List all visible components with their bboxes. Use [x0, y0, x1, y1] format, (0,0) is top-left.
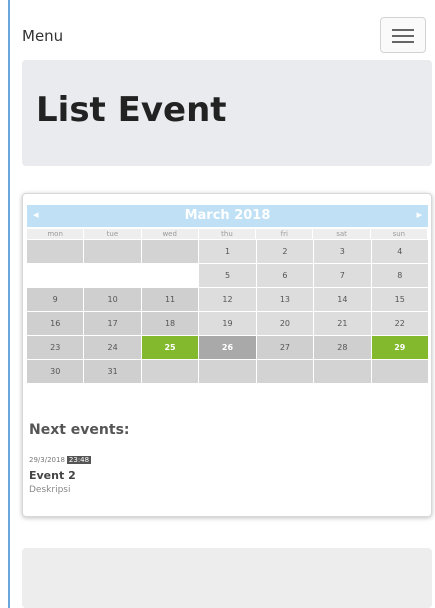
page-header: List Event: [22, 60, 432, 166]
calendar-header: ◂ March 2018 ▸: [27, 205, 428, 227]
calendar-day[interactable]: 14: [314, 288, 371, 311]
event-title[interactable]: Event 2: [29, 469, 76, 482]
calendar-day[interactable]: 16: [27, 312, 84, 335]
calendar-empty-cell: [141, 360, 199, 383]
calendar-grid: 1 2 3 4 5 6 7 8 9 10 11 12 13 14 15 16 17 18 19 20 21 22 23 24 2…: [27, 240, 428, 383]
calendar-card: ◂ March 2018 ▸ mon tue wed thu fri sat s…: [22, 193, 432, 517]
calendar-day[interactable]: 18: [141, 312, 199, 335]
weekday-mon: mon: [27, 229, 85, 239]
calendar-day[interactable]: 29: [371, 336, 428, 359]
chevron-right-icon[interactable]: ▸: [416, 208, 422, 221]
weekday-fri: fri: [256, 229, 314, 239]
calendar-day[interactable]: 31: [84, 360, 141, 383]
weekday-sun: sun: [371, 229, 428, 239]
calendar-day[interactable]: 13: [256, 288, 314, 311]
calendar-day[interactable]: 2: [256, 240, 314, 263]
calendar-empty-cell: [314, 360, 371, 383]
page-title: List Event: [36, 90, 227, 130]
calendar-empty-cell: [256, 360, 314, 383]
event-date: 29/3/2018: [29, 456, 65, 464]
weekday-thu: thu: [199, 229, 257, 239]
weekday-sat: sat: [313, 229, 371, 239]
calendar-day[interactable]: 25: [141, 336, 199, 359]
navbar: Menu: [10, 10, 435, 58]
navbar-menu-label: Menu: [22, 27, 64, 45]
calendar-day[interactable]: 24: [84, 336, 141, 359]
calendar-day[interactable]: 21: [314, 312, 371, 335]
hamburger-icon: [392, 29, 414, 31]
event-meta: 29/3/2018 23:48: [29, 456, 92, 464]
calendar-day[interactable]: 10: [84, 288, 141, 311]
menu-toggle-button[interactable]: [380, 17, 426, 53]
hamburger-icon: [392, 41, 414, 43]
calendar-empty-cell: [371, 360, 428, 383]
calendar-day[interactable]: 30: [27, 360, 84, 383]
weekday-tue: tue: [84, 229, 142, 239]
calendar-empty-cell: [141, 264, 199, 287]
calendar-day[interactable]: 15: [371, 288, 428, 311]
calendar-day[interactable]: 3: [314, 240, 371, 263]
calendar-day[interactable]: 17: [84, 312, 141, 335]
event-description: Deskripsi: [29, 485, 71, 495]
footer-panel: [22, 548, 432, 608]
calendar-day[interactable]: 23: [27, 336, 84, 359]
event-time-badge: 23:48: [66, 456, 92, 464]
calendar-day[interactable]: 22: [371, 312, 428, 335]
calendar-empty-cell: [141, 240, 199, 263]
calendar-day[interactable]: 26: [199, 336, 256, 359]
calendar-day[interactable]: 8: [371, 264, 428, 287]
calendar-day[interactable]: 7: [314, 264, 371, 287]
next-events-label: Next events:: [29, 422, 130, 438]
calendar-empty-cell: [199, 360, 256, 383]
calendar-day[interactable]: 27: [256, 336, 314, 359]
calendar-day[interactable]: 6: [256, 264, 314, 287]
calendar-day[interactable]: 11: [141, 288, 199, 311]
calendar-day[interactable]: 19: [199, 312, 256, 335]
calendar-empty-cell: [27, 240, 84, 263]
calendar-day[interactable]: 5: [199, 264, 256, 287]
weekday-wed: wed: [142, 229, 199, 239]
calendar-empty-cell: [84, 264, 141, 287]
calendar-day[interactable]: 12: [199, 288, 256, 311]
calendar-day[interactable]: 9: [27, 288, 84, 311]
calendar-month-title: March 2018: [184, 208, 271, 223]
calendar-day[interactable]: 4: [371, 240, 428, 263]
calendar-day[interactable]: 28: [314, 336, 371, 359]
calendar-weekdays: mon tue wed thu fri sat sun: [27, 229, 428, 239]
calendar-day[interactable]: 1: [199, 240, 256, 263]
calendar-day[interactable]: 20: [256, 312, 314, 335]
calendar-empty-cell: [27, 264, 84, 287]
calendar-empty-cell: [84, 240, 141, 263]
left-border: [8, 0, 10, 608]
hamburger-icon: [392, 35, 414, 37]
